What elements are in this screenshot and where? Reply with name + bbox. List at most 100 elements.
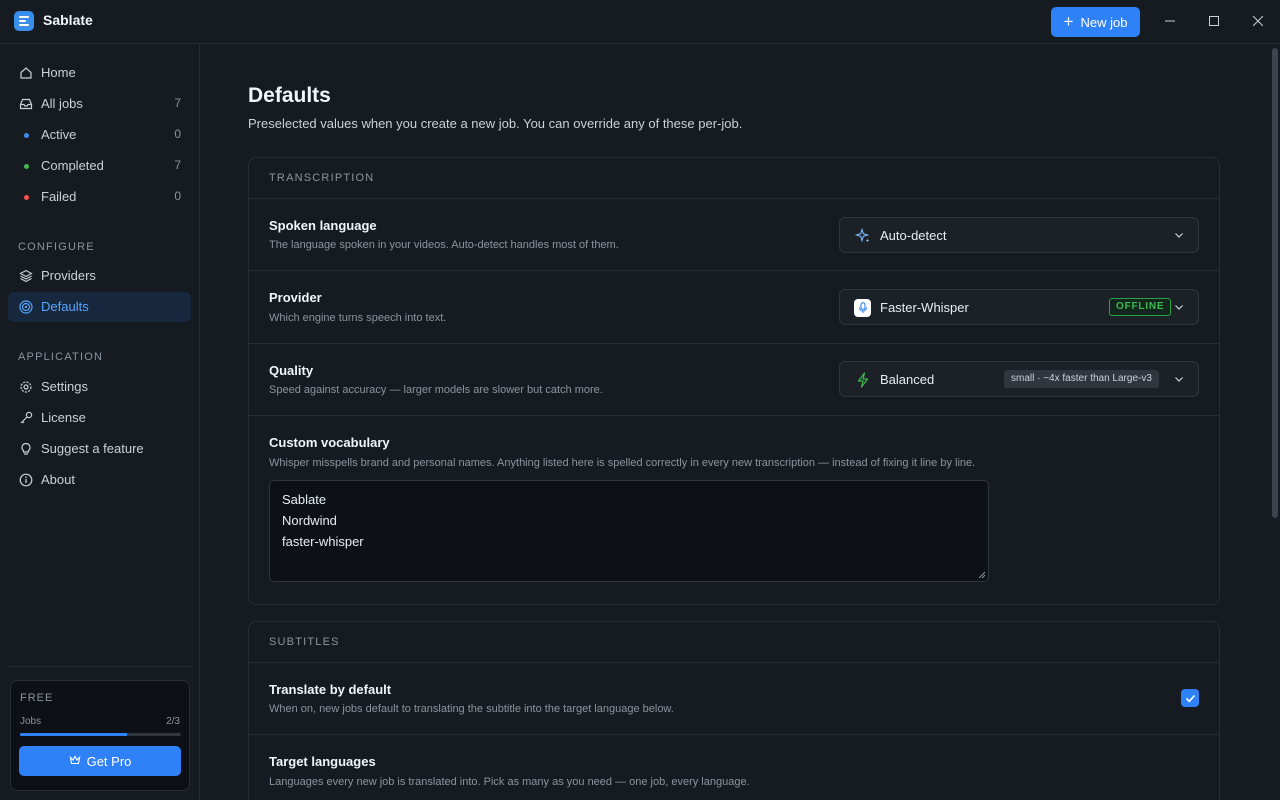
info-icon (18, 472, 34, 488)
sidebar-item-label: Completed (41, 158, 104, 173)
quality-select[interactable]: Balanced small · ~4x faster than Large-v… (839, 361, 1199, 397)
divider (249, 343, 1219, 344)
setting-description: When on, new jobs default to translating… (269, 703, 674, 715)
sparkles-icon (854, 227, 871, 244)
vocabulary-line: Sablate (282, 492, 327, 507)
setting-title: Target languages (269, 754, 376, 769)
setting-title: Quality (269, 363, 314, 378)
sidebar-item-label: Defaults (41, 299, 89, 314)
card-heading: TRANSCRIPTION (269, 172, 375, 184)
plan-card: FREE Jobs 2/3 Get Pro (10, 680, 190, 791)
setting-description: Whisper misspells brand and personal nam… (269, 457, 976, 469)
lightning-icon (854, 371, 871, 388)
sidebar-item-label: Active (41, 127, 77, 142)
page-title: Defaults (248, 84, 331, 107)
setting-title: Translate by default (269, 682, 392, 697)
divider (249, 734, 1219, 735)
setting-description: The language spoken in your videos. Auto… (269, 239, 619, 251)
sidebar-item-label: All jobs (41, 96, 83, 111)
resize-handle-icon (978, 571, 986, 579)
key-icon (18, 410, 34, 426)
gear-icon (18, 379, 34, 395)
divider (249, 415, 1219, 416)
sidebar-item-label: Failed (41, 189, 77, 204)
vocabulary-line: faster-whisper (282, 534, 364, 549)
status-badge: OFFLINE (1109, 298, 1172, 316)
lightbulb-icon (18, 441, 34, 457)
app-logo-icon (14, 11, 34, 31)
plus-icon: + (1063, 12, 1074, 31)
chevron-down-icon (1175, 233, 1183, 238)
setting-title: Custom vocabulary (269, 435, 390, 450)
sidebar-item-settings[interactable]: Settings (8, 372, 191, 402)
sidebar-item-count: 0 (174, 127, 181, 141)
sidebar-item-suggest-feature[interactable]: Suggest a feature (8, 434, 191, 464)
chevron-down-icon (1175, 377, 1183, 382)
sidebar-item-label: License (41, 410, 86, 425)
plan-usage-bar (20, 733, 181, 736)
sidebar-item-label: Home (41, 65, 76, 80)
new-job-label: New job (1080, 14, 1128, 30)
section-label-application: APPLICATION (18, 351, 104, 363)
checkmark-icon (1185, 694, 1195, 702)
minimize-button[interactable] (1159, 10, 1181, 32)
setting-description: Which engine turns speech into text. (269, 312, 447, 324)
setting-description: Languages every new job is translated in… (269, 776, 750, 788)
transcription-card: TRANSCRIPTION Spoken language The langua… (248, 157, 1220, 605)
sidebar-item-home[interactable]: Home (8, 58, 191, 88)
app-title: Sablate (43, 12, 93, 28)
model-info-badge: small · ~4x faster than Large-v3 (1004, 370, 1159, 388)
get-pro-label: Get Pro (86, 753, 132, 769)
status-dot-icon (18, 189, 34, 205)
crown-icon (69, 754, 81, 769)
subtitles-card: SUBTITLES Translate by default When on, … (248, 621, 1220, 800)
sidebar-item-label: Settings (41, 379, 88, 394)
sidebar-item-label: Suggest a feature (41, 441, 144, 456)
select-value: Faster-Whisper (880, 300, 969, 315)
sidebar-item-completed[interactable]: Completed 7 (8, 151, 191, 181)
select-value: Balanced (880, 372, 935, 387)
plan-name: FREE (20, 692, 54, 704)
sidebar-item-providers[interactable]: Providers (8, 261, 191, 291)
chevron-down-icon (1175, 305, 1183, 310)
maximize-icon (1209, 16, 1219, 26)
vocabulary-line: Nordwind (282, 513, 337, 528)
sidebar-item-failed[interactable]: Failed 0 (8, 182, 191, 212)
sidebar: Home All jobs 7 Active 0 Completed 7 Fai… (0, 44, 200, 800)
select-value: Auto-detect (880, 228, 947, 243)
close-icon (1253, 16, 1263, 26)
setting-title: Provider (269, 290, 322, 305)
get-pro-button[interactable]: Get Pro (19, 746, 181, 776)
layers-icon (18, 268, 34, 284)
maximize-button[interactable] (1203, 10, 1225, 32)
title-bar: Sablate + New job (0, 0, 1280, 44)
sidebar-item-active[interactable]: Active 0 (8, 120, 191, 150)
close-button[interactable] (1247, 10, 1269, 32)
provider-select[interactable]: Faster-Whisper OFFLINE (839, 289, 1199, 325)
section-label-configure: CONFIGURE (18, 241, 95, 253)
sidebar-item-all-jobs[interactable]: All jobs 7 (8, 89, 191, 119)
plan-jobs-count: 2/3 (166, 716, 180, 727)
plan-jobs-label: Jobs (20, 716, 42, 727)
card-heading: SUBTITLES (269, 636, 340, 648)
divider (249, 198, 1219, 199)
sidebar-item-about[interactable]: About (8, 465, 191, 495)
new-job-button[interactable]: + New job (1051, 7, 1140, 37)
custom-vocabulary-textarea[interactable]: Sablate Nordwind faster-whisper (269, 480, 989, 582)
translate-by-default-checkbox[interactable] (1181, 689, 1199, 707)
sidebar-item-count: 0 (174, 189, 181, 203)
plan-usage-fill (20, 733, 128, 736)
home-icon (18, 65, 34, 81)
sidebar-item-label: Providers (41, 268, 96, 283)
scrollbar-thumb[interactable] (1272, 48, 1278, 518)
target-icon (18, 299, 34, 315)
divider (8, 666, 192, 667)
sidebar-item-license[interactable]: License (8, 403, 191, 433)
sidebar-item-count: 7 (174, 96, 181, 110)
divider (249, 662, 1219, 663)
scrollbar[interactable] (1270, 44, 1280, 800)
sidebar-item-defaults[interactable]: Defaults (8, 292, 191, 322)
spoken-language-select[interactable]: Auto-detect (839, 217, 1199, 253)
microphone-icon (854, 298, 871, 317)
divider (249, 270, 1219, 271)
